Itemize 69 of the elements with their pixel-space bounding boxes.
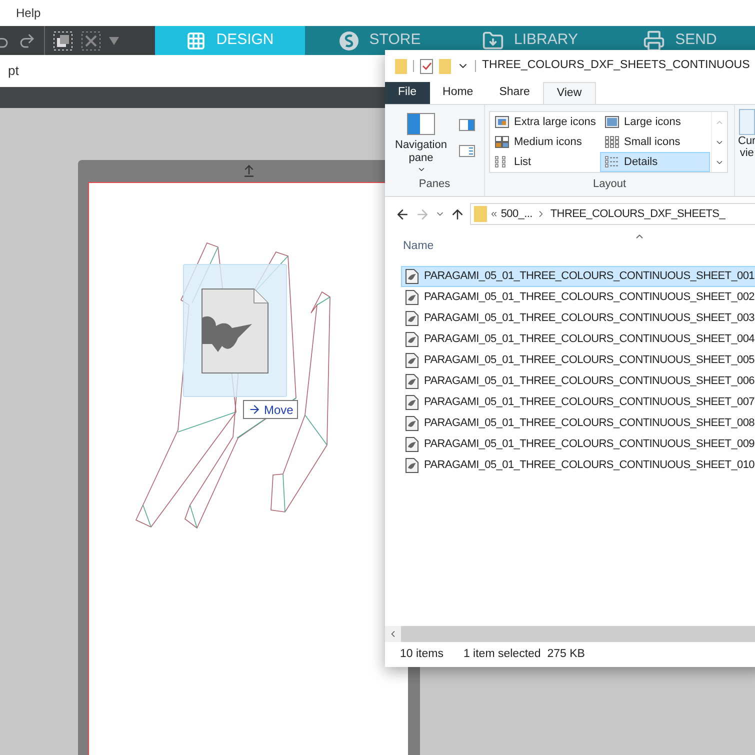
dropdown-triangle-icon[interactable] <box>109 36 119 44</box>
view-icon <box>738 109 755 135</box>
folder-icon <box>395 58 407 74</box>
checked-document-icon[interactable] <box>420 58 433 74</box>
file-icon <box>405 290 419 305</box>
file-row[interactable]: PARAGAMI_05_01_THREE_COLOURS_CONTINUOUS_SHEET_007 <box>401 392 755 413</box>
breadcrumb-overflow[interactable]: « <box>491 206 497 222</box>
navigation-pane-button[interactable]: Navigation pane <box>393 113 449 176</box>
column-header[interactable]: Name <box>403 238 434 255</box>
file-row[interactable]: PARAGAMI_05_01_THREE_COLOURS_CONTINUOUS_SHEET_001 <box>401 266 755 287</box>
file-row[interactable]: PARAGAMI_05_01_THREE_COLOURS_CONTINUOUS_SHEET_002 <box>401 287 755 308</box>
ribbon-tab[interactable]: File <box>385 82 430 104</box>
printer-icon <box>643 30 666 52</box>
picture-icon <box>605 116 619 128</box>
group-icon[interactable] <box>53 30 73 50</box>
file-icon <box>405 374 419 389</box>
file-row[interactable]: PARAGAMI_05_01_THREE_COLOURS_CONTINUOUS_SHEET_005 <box>401 350 755 371</box>
breadcrumb-item[interactable]: THREE_COLOURS_DXF_SHEETS_ <box>550 206 726 222</box>
scroll-left-button[interactable] <box>385 626 401 642</box>
file-row[interactable]: PARAGAMI_05_01_THREE_COLOURS_CONTINUOUS_SHEET_003 <box>401 308 755 329</box>
layout-option[interactable]: Large icons <box>600 112 710 132</box>
ribbon-tab[interactable]: View <box>542 82 596 104</box>
picture-icon <box>495 116 509 128</box>
file-row[interactable]: PARAGAMI_05_01_THREE_COLOURS_CONTINUOUS_SHEET_006 <box>401 371 755 392</box>
unit-label: pt <box>8 62 19 80</box>
folder-download-icon <box>482 30 504 52</box>
ungroup-icon[interactable] <box>81 30 101 50</box>
grid-icon <box>605 136 619 148</box>
file-icon <box>405 332 419 347</box>
layout-option[interactable]: Details <box>600 152 710 172</box>
swirl-circle-icon <box>339 30 360 50</box>
folder-icon <box>474 206 487 222</box>
file-icon <box>405 353 419 368</box>
right-arrow-icon <box>248 403 261 416</box>
ribbon-tab[interactable]: Home <box>430 82 486 104</box>
file-row[interactable]: PARAGAMI_05_01_THREE_COLOURS_CONTINUOUS_SHEET_004 <box>401 329 755 350</box>
file-icon <box>405 269 419 284</box>
back-icon[interactable] <box>395 206 410 222</box>
preview-pane-icon[interactable] <box>459 119 475 131</box>
layout-option[interactable]: Small icons <box>600 132 710 152</box>
details-icon <box>605 156 619 168</box>
dropdown-icon <box>416 165 426 174</box>
tiles-icon <box>495 136 509 148</box>
file-icon <box>405 311 419 326</box>
layout-option[interactable]: Medium icons <box>490 132 600 152</box>
window-title: THREE_COLOURS_DXF_SHEETS_CONTINUOUS <box>482 58 750 74</box>
address-bar[interactable]: « 500_... THREE_COLOURS_DXF_SHEETS_ <box>470 203 755 225</box>
file-icon <box>405 395 419 410</box>
redo-icon[interactable] <box>18 32 36 50</box>
group-label: Layout <box>592 176 628 192</box>
layout-option[interactable]: List <box>490 152 600 172</box>
menu-item[interactable]: Help <box>16 4 41 22</box>
details-pane-icon[interactable] <box>459 145 475 157</box>
file-row[interactable]: PARAGAMI_05_01_THREE_COLOURS_CONTINUOUS_SHEET_010 <box>401 455 755 476</box>
up-icon[interactable] <box>450 206 465 222</box>
ribbon-tab[interactable]: Share <box>486 82 543 104</box>
item-count: 10 items <box>400 646 444 662</box>
file-icon <box>405 437 419 452</box>
grid-icon <box>186 30 206 50</box>
pane-layout-icon <box>407 113 435 135</box>
file-icon <box>405 458 419 473</box>
group-label: Panes <box>418 176 452 192</box>
file-icon <box>405 416 419 431</box>
file-row[interactable]: PARAGAMI_05_01_THREE_COLOURS_CONTINUOUS_SHEET_009 <box>401 434 755 455</box>
drop-action-label: Move <box>264 402 294 418</box>
breadcrumb-item[interactable]: 500_... <box>500 206 532 222</box>
selection-status: 1 item selected 275 KB <box>463 646 585 662</box>
layout-option[interactable]: Extra large icons <box>490 112 600 132</box>
file-row[interactable]: PARAGAMI_05_01_THREE_COLOURS_CONTINUOUS_SHEET_008 <box>401 413 755 434</box>
